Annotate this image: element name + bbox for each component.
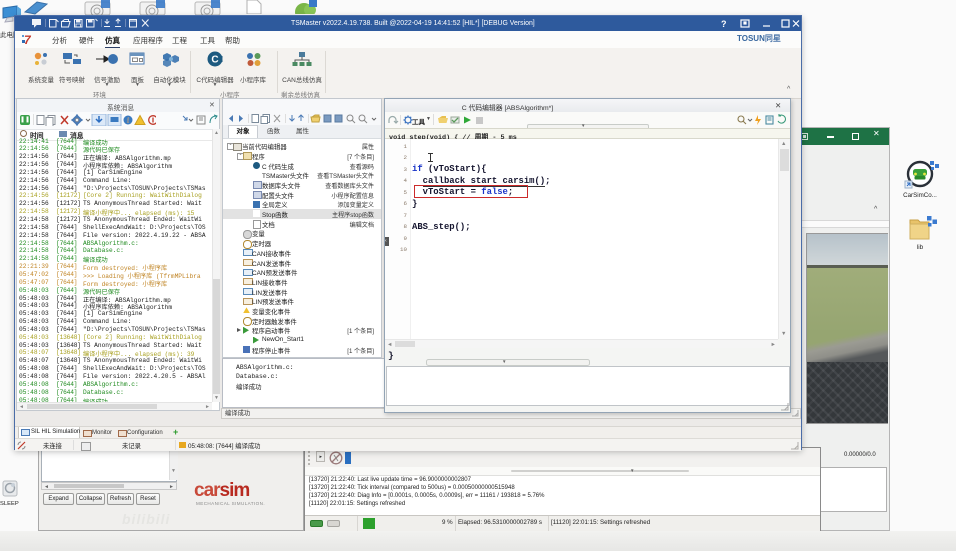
svg-text:?: ? <box>721 19 727 29</box>
svg-text:C: C <box>211 55 218 66</box>
